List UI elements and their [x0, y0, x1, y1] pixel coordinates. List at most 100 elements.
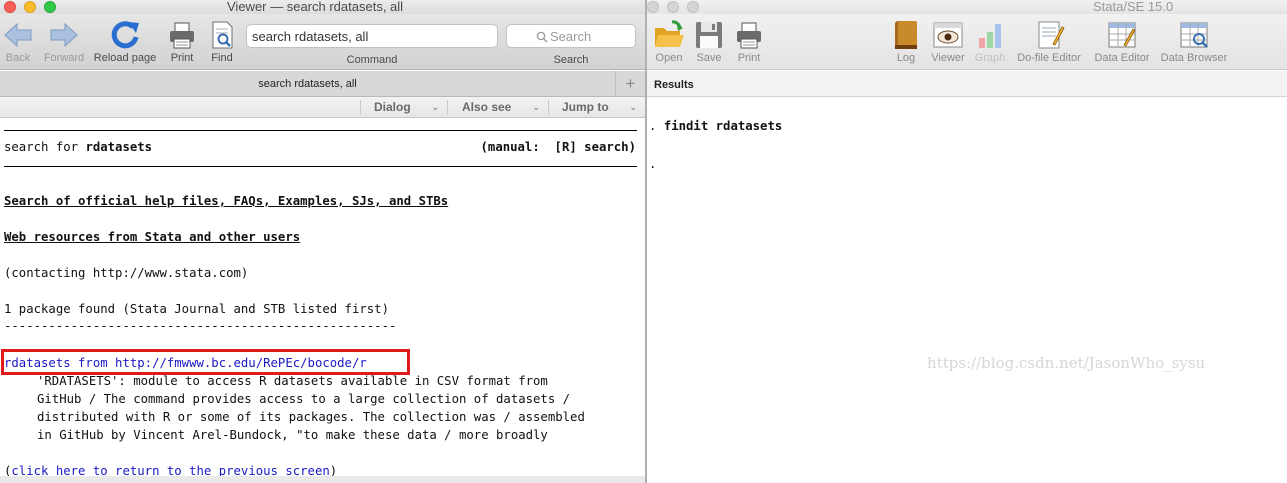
- separator-dashes: ----------------------------------------…: [4, 319, 397, 333]
- watermark-text: https://blog.csdn.net/JasonWho_sysu: [927, 354, 1206, 372]
- viewer-content: search for rdatasets (manual: [R] search…: [0, 118, 645, 483]
- reload-icon: [111, 21, 139, 49]
- minimize-window-button[interactable]: [24, 1, 36, 13]
- open-button[interactable]: Open: [653, 18, 685, 64]
- also-see-dropdown[interactable]: Also see ⌄: [448, 97, 548, 118]
- window-controls: [647, 1, 699, 13]
- packages-found-text: 1 package found (Stata Journal and STB l…: [4, 302, 389, 316]
- back-label: Back: [5, 52, 31, 64]
- viewer-tabbar: search rdatasets, all +: [0, 71, 645, 97]
- chevron-down-icon: ⌄: [629, 102, 637, 112]
- data-browser-button[interactable]: Data Browser: [1158, 18, 1230, 64]
- official-help-link[interactable]: Search of official help files, FAQs, Exa…: [4, 192, 448, 210]
- zoom-window-button[interactable]: [44, 1, 56, 13]
- stata-toolbar: Open Save Print Log Viewer Graph Do-file…: [647, 14, 1287, 70]
- back-button[interactable]: Back: [2, 18, 34, 64]
- reload-page-button[interactable]: Reload page: [92, 18, 158, 64]
- bar-graph-icon: [979, 24, 1001, 48]
- minimize-window-button[interactable]: [667, 1, 679, 13]
- dofile-editor-icon: [1038, 21, 1065, 49]
- find-button[interactable]: Find: [206, 18, 238, 64]
- package-description-line: in GitHub by Vincent Arel-Bundock, "to m…: [37, 428, 548, 442]
- save-button[interactable]: Save: [693, 18, 725, 64]
- viewer-titlebar: Viewer — search rdatasets, all: [0, 0, 645, 14]
- open-label: Open: [655, 52, 683, 64]
- graph-label: Graph: [974, 52, 1006, 64]
- floppy-disk-icon: [696, 22, 722, 48]
- also-see-label: Also see: [462, 100, 512, 114]
- search-for-line: search for rdatasets: [4, 138, 152, 156]
- search-for-prefix: search for: [4, 140, 86, 154]
- web-resources-link[interactable]: Web resources from Stata and other users: [4, 228, 300, 246]
- zoom-window-button[interactable]: [687, 1, 699, 13]
- manual-reference-link[interactable]: (manual: [R] search): [481, 138, 636, 156]
- open-viewer-button[interactable]: Viewer: [930, 18, 966, 64]
- jump-to-label: Jump to: [562, 100, 609, 114]
- graph-button[interactable]: Graph: [972, 18, 1008, 64]
- data-browser-icon: [1180, 22, 1208, 48]
- results-empty-prompt: .: [649, 157, 657, 171]
- chevron-down-icon: ⌄: [532, 102, 540, 112]
- find-icon: [212, 21, 233, 49]
- search-label: Search: [553, 54, 589, 66]
- dofile-editor-button[interactable]: Do-file Editor: [1013, 18, 1085, 64]
- stata-titlebar: Stata/SE 15.0: [647, 0, 1287, 14]
- reload-label: Reload page: [93, 52, 157, 64]
- top-rule: [4, 130, 637, 131]
- close-window-button[interactable]: [647, 1, 659, 13]
- results-command: findit rdatasets: [663, 119, 783, 133]
- stata-print-button[interactable]: Print: [733, 18, 765, 64]
- jump-to-dropdown[interactable]: Jump to ⌄: [549, 97, 645, 118]
- command-label: Command: [346, 54, 398, 66]
- forward-arrow-icon: [50, 22, 78, 48]
- search-icon: [536, 31, 548, 43]
- package-description-line: GitHub / The command provides access to …: [37, 392, 571, 406]
- forward-button[interactable]: Forward: [41, 18, 87, 64]
- stata-print-label: Print: [737, 52, 761, 64]
- save-label: Save: [696, 52, 722, 64]
- viewer-print-button[interactable]: Print: [166, 18, 198, 64]
- results-panel: . findit rdatasets .: [647, 97, 1287, 483]
- viewer-print-label: Print: [170, 52, 194, 64]
- dialog-label: Dialog: [374, 100, 411, 114]
- viewer-window-title: Viewer — search rdatasets, all: [227, 0, 404, 14]
- data-editor-label: Data Editor: [1094, 52, 1150, 64]
- package-description-line: distributed with R or some of its packag…: [37, 410, 585, 424]
- results-prompt: .: [649, 119, 664, 133]
- log-button[interactable]: Log: [890, 18, 922, 64]
- results-command-line: . findit rdatasets: [649, 117, 782, 135]
- viewer-navbar: Dialog ⌄ Also see ⌄ Jump to ⌄: [0, 97, 645, 118]
- close-window-button[interactable]: [4, 1, 16, 13]
- window-controls: [4, 1, 56, 13]
- add-tab-button[interactable]: +: [615, 71, 645, 97]
- forward-label: Forward: [43, 52, 85, 64]
- printer-icon: [170, 22, 194, 49]
- find-label: Find: [211, 52, 233, 64]
- stata-window-title: Stata/SE 15.0: [1093, 0, 1174, 14]
- back-arrow-icon: [4, 22, 32, 48]
- viewer-horizontal-scrollbar[interactable]: [0, 476, 645, 483]
- viewer-toolbar: Back Forward Reload page Print Find sear…: [0, 14, 645, 70]
- search-term: rdatasets: [85, 140, 153, 154]
- dofile-editor-label: Do-file Editor: [1017, 52, 1081, 64]
- dialog-dropdown[interactable]: Dialog ⌄: [361, 97, 447, 118]
- command-input[interactable]: [246, 24, 498, 48]
- chevron-down-icon: ⌄: [431, 102, 439, 112]
- package-description-line: 'RDATASETS': module to access R datasets…: [37, 374, 548, 388]
- viewer-eye-icon: [933, 22, 963, 48]
- data-editor-button[interactable]: Data Editor: [1091, 18, 1153, 64]
- viewer-window: Viewer — search rdatasets, all Back Forw…: [0, 0, 645, 483]
- viewer-search-field[interactable]: Search: [506, 24, 636, 48]
- stata-window: Stata/SE 15.0 Open Save Print Log Viewer…: [647, 0, 1287, 483]
- data-browser-label: Data Browser: [1160, 52, 1228, 64]
- tab-search-rdatasets[interactable]: search rdatasets, all: [0, 71, 615, 97]
- printer-icon: [737, 22, 761, 49]
- log-book-icon: [895, 21, 917, 49]
- contacting-text: (contacting http://www.stata.com): [4, 266, 249, 280]
- viewer-label: Viewer: [931, 52, 965, 64]
- results-panel-header: Results: [647, 71, 1287, 97]
- data-editor-icon: [1108, 22, 1136, 48]
- folder-open-icon: [655, 20, 684, 47]
- log-label: Log: [896, 52, 916, 64]
- search-placeholder: Search: [550, 29, 592, 44]
